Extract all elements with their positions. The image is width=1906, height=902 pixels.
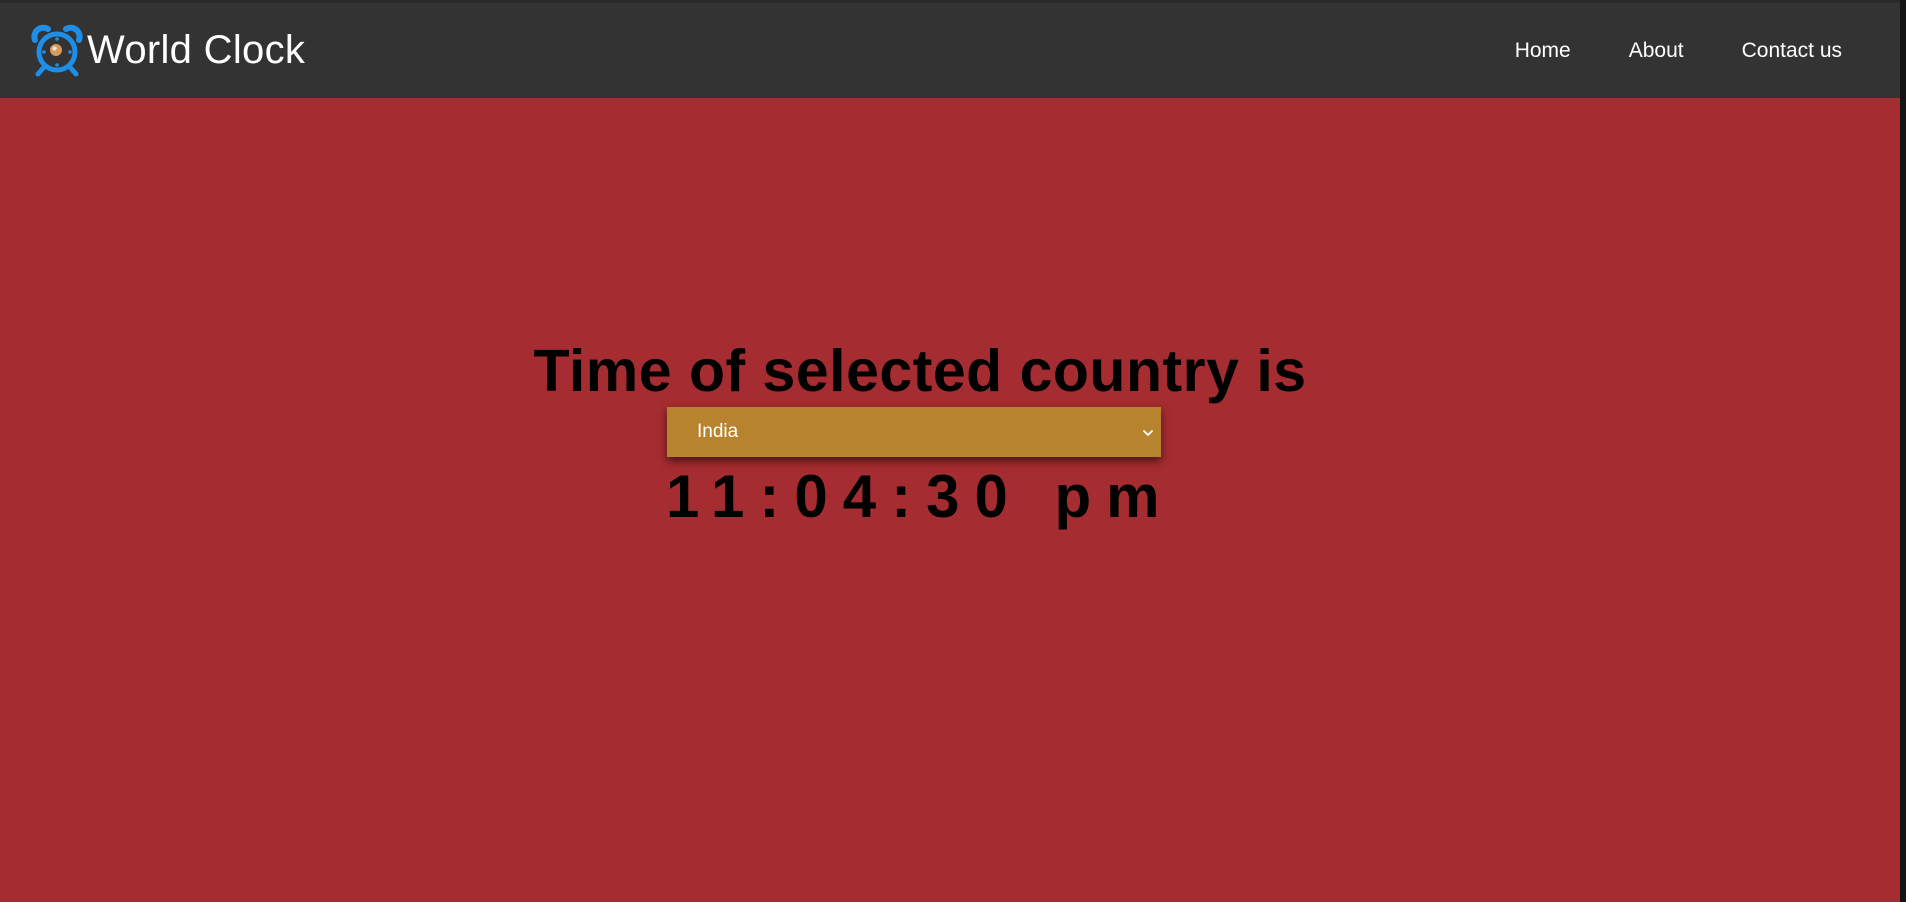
nav-links: Home About Contact us [1457, 3, 1842, 98]
app-viewport: World Clock Home About Contact us Time o… [0, 0, 1900, 902]
app-title: World Clock [87, 28, 306, 72]
country-select[interactable]: India [667, 407, 1161, 457]
page-heading: Time of selected country is [533, 338, 1307, 404]
clock-time-display: 11:04:30 pm [666, 463, 1175, 530]
nav-contact-link[interactable]: Contact us [1742, 39, 1842, 63]
country-select-value: India [697, 421, 739, 442]
navbar: World Clock Home About Contact us [0, 3, 1900, 98]
brand[interactable]: World Clock [30, 3, 305, 98]
chevron-down-icon [1141, 424, 1155, 438]
nav-home-link[interactable]: Home [1515, 39, 1571, 63]
alarm-clock-icon [30, 24, 84, 78]
nav-about-link[interactable]: About [1629, 39, 1684, 63]
